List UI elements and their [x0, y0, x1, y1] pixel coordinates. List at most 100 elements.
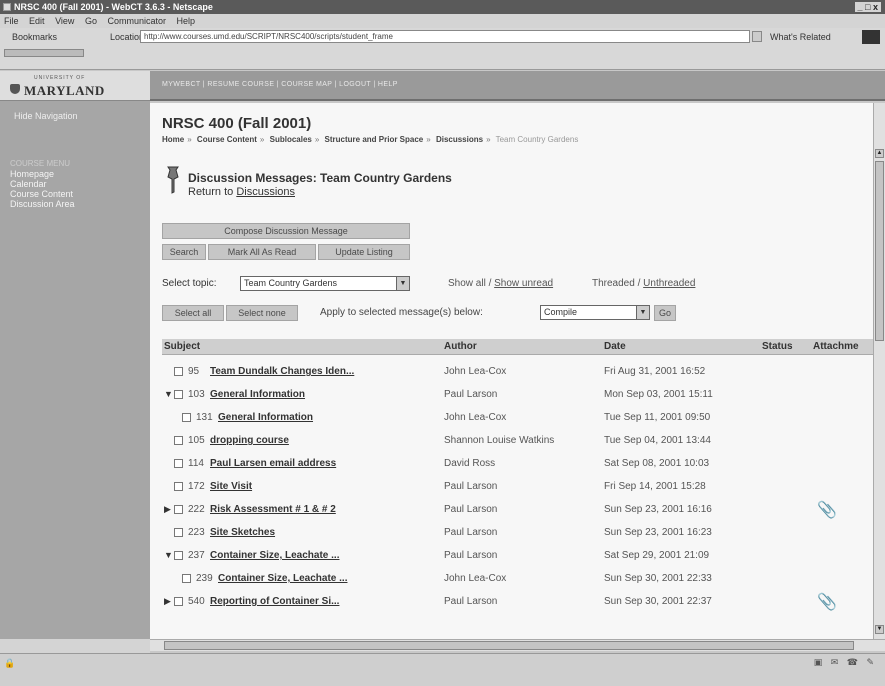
message-subject-link[interactable]: dropping course — [210, 435, 289, 446]
update-listing-button[interactable]: Update Listing — [318, 244, 410, 260]
url-field[interactable]: http://www.courses.umd.edu/SCRIPT/NRSC40… — [140, 30, 750, 43]
row-checkbox[interactable] — [174, 551, 183, 560]
message-date: Mon Sep 03, 2001 15:11 — [604, 389, 713, 400]
message-author: Paul Larson — [444, 596, 498, 607]
chevron-down-icon[interactable]: ▼ — [636, 306, 649, 319]
message-subject-link[interactable]: General Information — [210, 389, 305, 400]
row-checkbox[interactable] — [182, 413, 191, 422]
message-subject-link[interactable]: Container Size, Leachate ... — [210, 550, 339, 561]
table-row[interactable]: 223 Site Sketches Paul Larson Sun Sep 23, 2… — [162, 522, 873, 544]
chevron-down-icon[interactable]: ▼ — [396, 277, 409, 290]
table-row[interactable]: 114 Paul Larsen email address David Ross Sa… — [162, 453, 873, 475]
compose-message-button[interactable]: Compose Discussion Message — [162, 223, 410, 239]
row-checkbox[interactable] — [174, 528, 183, 537]
row-checkbox[interactable] — [174, 459, 183, 468]
row-checkbox[interactable] — [182, 574, 191, 583]
vertical-scrollbar[interactable]: ▲ ▼ — [873, 103, 885, 639]
table-row[interactable]: 105 dropping course Shannon Louise Watkins… — [162, 430, 873, 452]
menu-file[interactable]: File — [4, 16, 19, 26]
url-dropdown-icon[interactable] — [752, 31, 762, 42]
topbar-links[interactable]: MYWEBCT | RESUME COURSE | COURSE MAP | L… — [162, 81, 398, 88]
header-attachments[interactable]: Attachme — [813, 341, 859, 352]
header-author[interactable]: Author — [444, 341, 477, 352]
mark-all-read-button[interactable]: Mark All As Read — [208, 244, 316, 260]
topic-select-value: Team Country Gardens — [244, 278, 338, 288]
whats-related-button[interactable]: What's Related — [770, 32, 831, 42]
row-checkbox[interactable] — [174, 505, 183, 514]
message-subject-link[interactable]: Site Visit — [210, 481, 252, 492]
personal-toolbar-tab[interactable] — [4, 49, 84, 57]
message-subject-link[interactable]: Team Dundalk Changes Iden... — [210, 366, 354, 377]
component-bar-icons[interactable]: ▣ ✉ ☎ ✎ — [814, 657, 877, 668]
hide-navigation-link[interactable]: Hide Navigation — [14, 111, 78, 121]
threaded-link[interactable]: Threaded / — [592, 278, 640, 289]
window-titlebar: NRSC 400 (Fall 2001) - WebCT 3.6.3 - Net… — [0, 0, 885, 14]
unthreaded-link[interactable]: Unthreaded — [643, 278, 695, 289]
scroll-thumb[interactable] — [875, 161, 884, 341]
paperclip-icon[interactable]: 📎 — [817, 592, 837, 612]
menu-help[interactable]: Help — [177, 16, 196, 26]
scroll-up-icon[interactable]: ▲ — [875, 149, 884, 158]
go-button[interactable]: Go — [654, 305, 676, 321]
table-row[interactable]: ▼ 237 Container Size, Leachate ... Paul Lar… — [162, 545, 873, 567]
message-subject-link[interactable]: General Information — [218, 412, 313, 423]
action-select[interactable]: Compile ▼ — [540, 305, 650, 320]
menu-item-discussion-area[interactable]: Discussion Area — [10, 199, 75, 209]
show-all-filter: Show all / Show unread — [448, 278, 553, 289]
window-controls[interactable]: _ □ x — [854, 2, 881, 12]
return-discussions-link[interactable]: Discussions — [236, 186, 295, 198]
message-author: Paul Larson — [444, 504, 498, 515]
table-row[interactable]: 131 General Information John Lea-Cox Tue Se… — [162, 407, 873, 429]
table-row[interactable]: 239 Container Size, Leachate ... John Lea-… — [162, 568, 873, 590]
row-checkbox[interactable] — [174, 390, 183, 399]
collapse-icon[interactable]: ▼ — [164, 389, 173, 399]
message-subject-link[interactable]: Risk Assessment # 1 & # 2 — [210, 504, 336, 515]
show-unread-link[interactable]: Show unread — [494, 278, 553, 289]
row-checkbox[interactable] — [174, 597, 183, 606]
header-subject[interactable]: Subject — [164, 341, 200, 352]
row-checkbox[interactable] — [174, 482, 183, 491]
menu-go[interactable]: Go — [85, 16, 97, 26]
message-subject-link[interactable]: Reporting of Container Si... — [210, 596, 339, 607]
breadcrumb-sublocales[interactable]: Sublocales — [270, 135, 312, 144]
table-row[interactable]: 172 Site Visit Paul Larson Fri Sep 14, 2001… — [162, 476, 873, 498]
table-row[interactable]: ▶ 222 Risk Assessment # 1 & # 2 Paul Larson… — [162, 499, 873, 521]
row-checkbox[interactable] — [174, 367, 183, 376]
breadcrumb-home[interactable]: Home — [162, 135, 184, 144]
menu-communicator[interactable]: Communicator — [107, 16, 166, 26]
table-row[interactable]: 95 Team Dundalk Changes Iden... John Lea-C… — [162, 361, 873, 383]
message-date: Fri Aug 31, 2001 16:52 — [604, 366, 706, 377]
header-date[interactable]: Date — [604, 341, 626, 352]
menu-item-calendar[interactable]: Calendar — [10, 179, 75, 189]
expand-icon[interactable]: ▶ — [164, 504, 171, 515]
row-checkbox[interactable] — [174, 436, 183, 445]
search-button[interactable]: Search — [162, 244, 206, 260]
horizontal-scroll-thumb[interactable] — [164, 641, 854, 650]
paperclip-icon[interactable]: 📎 — [817, 500, 837, 520]
topic-select[interactable]: Team Country Gardens ▼ — [240, 276, 410, 291]
breadcrumb-discussions[interactable]: Discussions — [436, 135, 483, 144]
scroll-down-icon[interactable]: ▼ — [875, 625, 884, 634]
netscape-logo-icon — [862, 30, 880, 44]
menu-view[interactable]: View — [55, 16, 74, 26]
menu-item-homepage[interactable]: Homepage — [10, 169, 75, 179]
menu-edit[interactable]: Edit — [29, 16, 45, 26]
bookmarks-button[interactable]: Bookmarks — [12, 32, 57, 42]
message-subject-link[interactable]: Paul Larsen email address — [210, 458, 336, 469]
message-date: Sun Sep 23, 2001 16:16 — [604, 504, 712, 515]
table-row[interactable]: ▶ 540 Reporting of Container Si... Paul Lar… — [162, 591, 873, 613]
table-row[interactable]: ▼ 103 General Information Paul Larson Mon Se… — [162, 384, 873, 406]
expand-icon[interactable]: ▶ — [164, 596, 171, 607]
menu-item-course-content[interactable]: Course Content — [10, 189, 75, 199]
message-subject-link[interactable]: Container Size, Leachate ... — [218, 573, 347, 584]
breadcrumb-structure[interactable]: Structure and Prior Space — [325, 135, 424, 144]
collapse-icon[interactable]: ▼ — [164, 550, 173, 560]
message-subject-link[interactable]: Site Sketches — [210, 527, 275, 538]
security-lock-icon[interactable]: 🔒 — [4, 658, 15, 669]
select-none-button[interactable]: Select none — [226, 305, 298, 321]
header-status[interactable]: Status — [762, 341, 793, 352]
show-all-link[interactable]: Show all / — [448, 278, 491, 289]
horizontal-scrollbar[interactable] — [150, 639, 885, 651]
select-all-button[interactable]: Select all — [162, 305, 224, 321]
breadcrumb-course-content[interactable]: Course Content — [197, 135, 257, 144]
